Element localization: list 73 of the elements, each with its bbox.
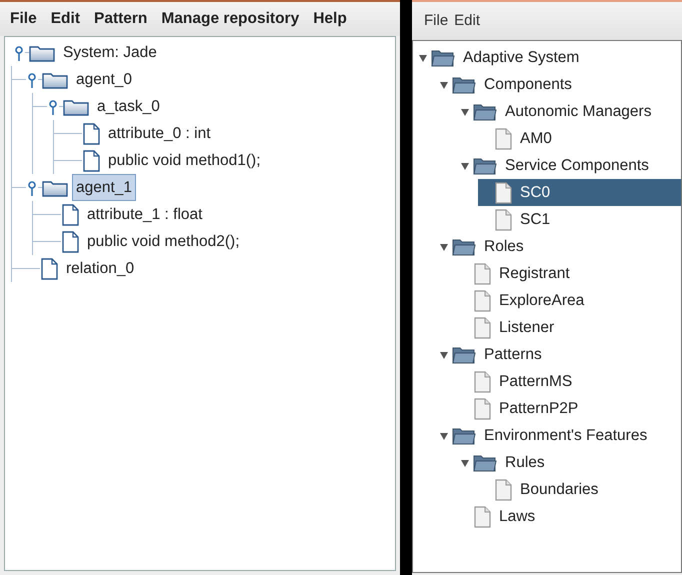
expand-triangle-icon[interactable]: [460, 106, 470, 116]
tree-node-label[interactable]: public void method2();: [83, 228, 244, 256]
expand-triangle-icon[interactable]: [460, 458, 470, 468]
folder-icon: [452, 344, 476, 364]
menu-item[interactable]: Edit: [50, 7, 80, 31]
folder-icon: [452, 74, 476, 94]
tree-node-label[interactable]: PatternMS: [495, 368, 576, 396]
folder-icon: [63, 98, 89, 116]
tree-node-label[interactable]: PatternP2P: [495, 394, 582, 422]
file-icon: [473, 316, 491, 338]
expand-triangle-icon[interactable]: [439, 350, 449, 360]
folder-icon: [42, 178, 68, 196]
file-icon: [494, 208, 512, 230]
file-icon: [473, 398, 491, 420]
tree-node-label[interactable]: attribute_1 : float: [83, 200, 206, 228]
tree-node-label[interactable]: public void method1();: [104, 146, 264, 174]
file-icon: [494, 182, 512, 204]
folder-icon: [473, 156, 497, 176]
tree-node-label[interactable]: agent_1: [72, 174, 136, 202]
folder-icon: [473, 102, 497, 122]
menu-item[interactable]: File: [10, 7, 37, 31]
file-icon: [40, 258, 58, 280]
file-icon: [82, 150, 100, 172]
tree-node-label[interactable]: Adaptive System: [459, 44, 584, 72]
tree-node-label[interactable]: ExploreArea: [495, 286, 588, 314]
expand-triangle-icon[interactable]: [439, 430, 449, 440]
tree-node-label[interactable]: a_task_0: [93, 92, 164, 120]
file-icon: [61, 230, 79, 252]
tree-node-label[interactable]: Roles: [480, 232, 528, 260]
tree-node-label[interactable]: Laws: [495, 502, 540, 530]
folder-icon: [452, 236, 476, 256]
expand-triangle-icon[interactable]: [418, 52, 428, 62]
file-icon: [494, 478, 512, 500]
folder-icon: [42, 70, 68, 88]
folder-icon: [452, 426, 476, 446]
file-icon: [473, 262, 491, 284]
tree-node-label[interactable]: Components: [480, 70, 576, 98]
tree-node-label[interactable]: Registrant: [495, 260, 574, 288]
tree-node-label[interactable]: Rules: [501, 448, 549, 476]
expand-triangle-icon[interactable]: [439, 242, 449, 252]
expand-handle-icon[interactable]: [26, 180, 38, 196]
tree-node-label[interactable]: Boundaries: [516, 476, 602, 504]
tree-node-label[interactable]: SC0: [516, 178, 554, 206]
folder-icon: [29, 44, 55, 62]
file-icon: [473, 290, 491, 312]
folder-icon: [473, 452, 497, 472]
file-icon: [473, 370, 491, 392]
tree-node-label[interactable]: System: Jade: [59, 38, 161, 66]
expand-triangle-icon[interactable]: [460, 160, 470, 170]
menu-item[interactable]: Manage repository: [161, 7, 300, 31]
tree-node-label[interactable]: relation_0: [62, 254, 138, 282]
file-icon: [473, 506, 491, 528]
tree-node-label[interactable]: attribute_0 : int: [104, 120, 215, 148]
tree-node-label[interactable]: SC1: [516, 206, 554, 234]
expand-handle-icon[interactable]: [13, 44, 25, 60]
tree-node-label[interactable]: agent_0: [72, 66, 136, 94]
expand-triangle-icon[interactable]: [439, 80, 449, 90]
tree-node-label[interactable]: Autonomic Managers: [501, 98, 656, 126]
tree-node-label[interactable]: Patterns: [480, 340, 546, 368]
menu-item[interactable]: Edit: [454, 10, 480, 32]
menu-item[interactable]: Pattern: [94, 7, 148, 31]
menu-item[interactable]: File: [424, 10, 448, 32]
expand-handle-icon[interactable]: [26, 72, 38, 88]
tree-node-label[interactable]: AM0: [516, 124, 556, 152]
file-icon: [494, 128, 512, 150]
tree-node-label[interactable]: Listener: [495, 314, 558, 342]
tree-node-label[interactable]: Environment's Features: [480, 422, 652, 450]
folder-icon: [431, 48, 455, 68]
file-icon: [61, 204, 79, 226]
menu-item[interactable]: Help: [313, 7, 347, 31]
tree-node-label[interactable]: Service Components: [501, 152, 653, 180]
expand-handle-icon[interactable]: [47, 98, 59, 114]
file-icon: [82, 122, 100, 144]
